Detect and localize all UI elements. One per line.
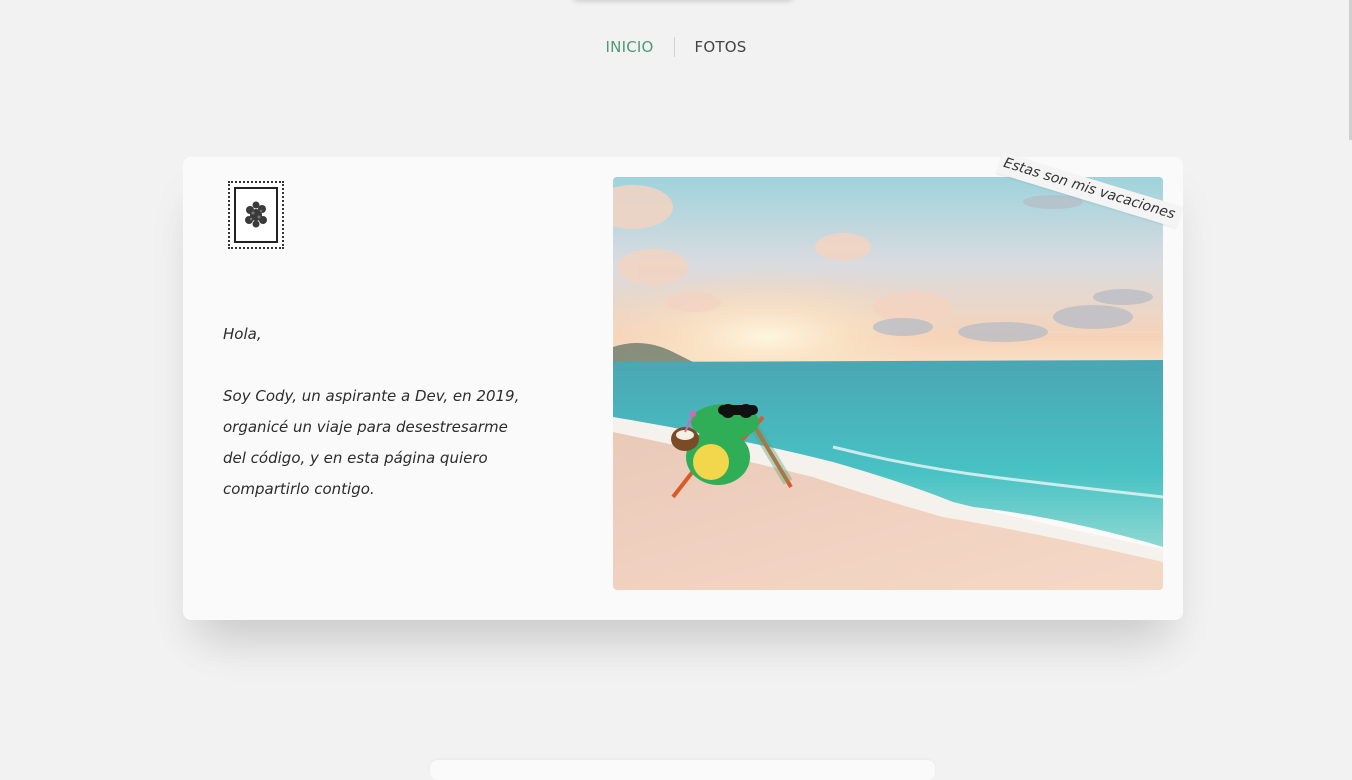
beach-photo	[613, 177, 1163, 590]
top-navigation: INICIO FOTOS	[0, 34, 1352, 60]
nav-link-fotos[interactable]: FOTOS	[675, 38, 767, 56]
flower-stamp-icon	[234, 187, 278, 243]
letter-line: organicé un viaje para desestresarme	[223, 418, 508, 436]
letter-line: del código, y en esta página quiero	[223, 449, 488, 467]
letter-line: Soy Cody, un aspirante a Dev, en 2019,	[223, 387, 520, 405]
letter-line: compartirlo contigo.	[223, 480, 375, 498]
next-card-edge	[430, 760, 935, 780]
nav-link-inicio[interactable]: INICIO	[586, 38, 674, 56]
stamp	[228, 181, 284, 249]
postcard: Hola, Soy Cody, un aspirante a Dev, en 2…	[183, 157, 1183, 620]
letter-greeting: Hola,	[223, 325, 262, 343]
letter-text: Hola, Soy Cody, un aspirante a Dev, en 2…	[223, 319, 553, 505]
